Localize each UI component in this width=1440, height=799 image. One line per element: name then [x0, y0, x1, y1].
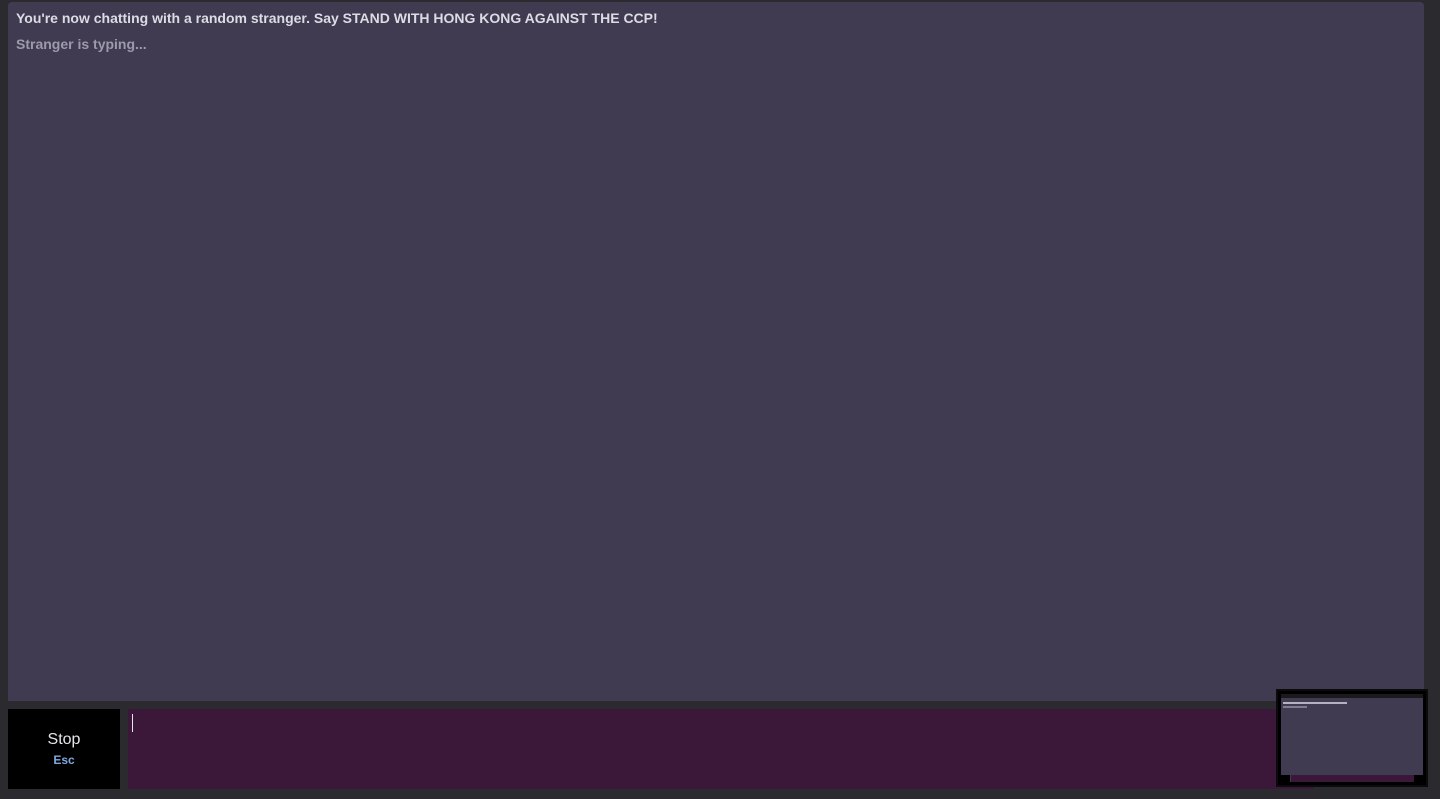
- stop-button-label: Stop: [47, 731, 81, 748]
- screen-preview-thumbnail[interactable]: [1276, 689, 1428, 787]
- message-input[interactable]: [128, 709, 1314, 789]
- text-caret: [132, 714, 133, 732]
- chat-app: You're now chatting with a random strang…: [0, 0, 1440, 799]
- stop-button[interactable]: Stop Esc: [8, 709, 120, 789]
- thumbnail-input: [1291, 775, 1415, 782]
- thumbnail-stop-button: [1281, 775, 1290, 782]
- stop-shortcut-hint: Esc: [53, 753, 75, 767]
- thumbnail-content: [1281, 694, 1423, 782]
- thumbnail-status-line: [1283, 702, 1347, 704]
- thumbnail-typing-line: [1283, 706, 1307, 708]
- connection-status-message: You're now chatting with a random strang…: [16, 10, 658, 26]
- thumbnail-send-button: [1414, 775, 1423, 782]
- thumbnail-toolbar: [1281, 694, 1423, 698]
- typing-indicator: Stranger is typing...: [16, 36, 147, 52]
- chat-log: You're now chatting with a random strang…: [8, 2, 1424, 701]
